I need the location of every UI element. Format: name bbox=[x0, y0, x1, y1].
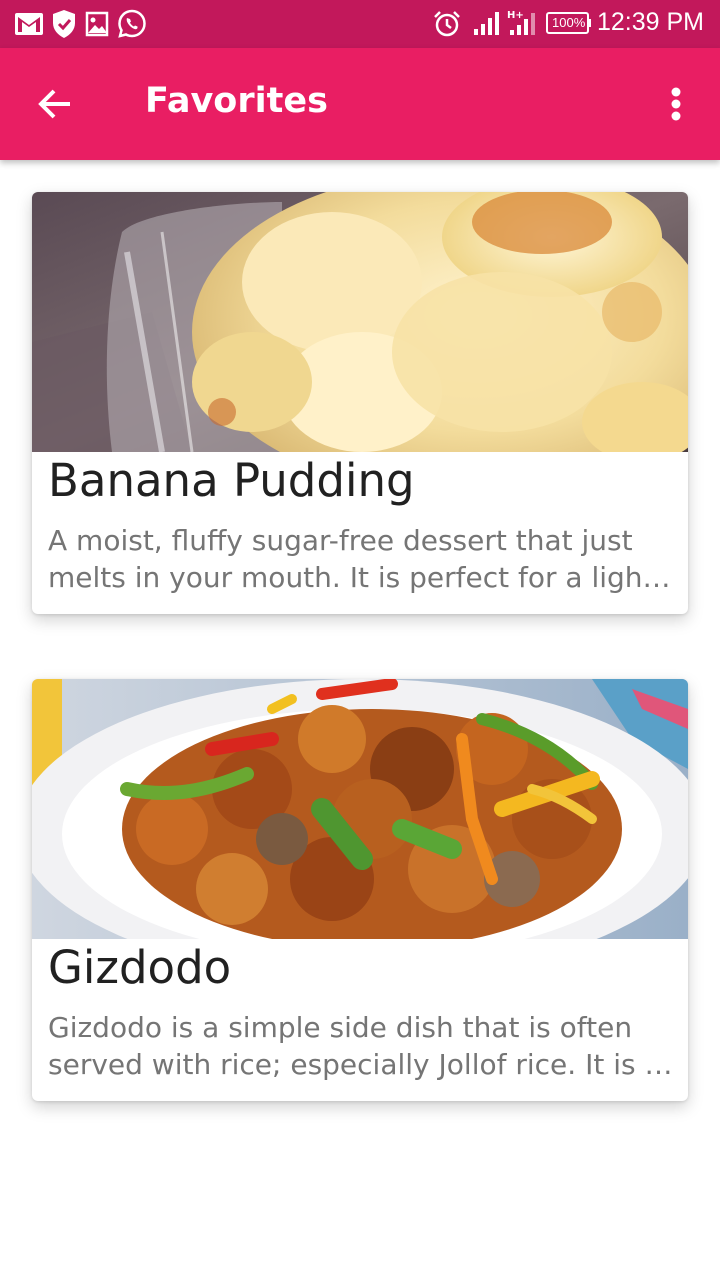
recipe-title: Banana Pudding bbox=[48, 454, 415, 507]
overflow-menu-button[interactable] bbox=[652, 72, 700, 136]
more-vertical-icon bbox=[671, 87, 681, 121]
shield-icon bbox=[53, 10, 75, 38]
status-bar: H+ 100% 12:39 PM bbox=[0, 0, 720, 48]
alarm-icon bbox=[434, 11, 460, 37]
battery-icon: 100% bbox=[546, 11, 592, 35]
recipe-card[interactable]: Gizdodo Gizdodo is a simple side dish th… bbox=[32, 679, 688, 1101]
arrow-left-icon bbox=[38, 89, 70, 119]
whatsapp-icon bbox=[118, 9, 146, 38]
gallery-icon bbox=[85, 11, 109, 37]
back-button[interactable] bbox=[24, 72, 88, 136]
clock: 12:39 PM bbox=[596, 8, 704, 36]
recipe-description: A moist, fluffy sugar-free dessert that … bbox=[48, 524, 654, 594]
banana-pudding-image bbox=[32, 192, 688, 452]
app-bar: Favorites bbox=[0, 48, 720, 160]
recipe-title: Gizdodo bbox=[48, 941, 232, 994]
battery-percent: 100% bbox=[552, 15, 586, 30]
gizdodo-image bbox=[32, 679, 688, 939]
recipe-description: Gizdodo is a simple side dish that is of… bbox=[48, 1011, 662, 1081]
recipe-card[interactable]: Banana Pudding A moist, fluffy sugar-fre… bbox=[32, 192, 688, 614]
page-title: Favorites bbox=[145, 81, 328, 121]
gmail-icon bbox=[15, 13, 43, 35]
data-signal-icon: H+ bbox=[507, 10, 535, 35]
signal-icon bbox=[474, 12, 499, 35]
svg-text:H+: H+ bbox=[507, 10, 524, 21]
